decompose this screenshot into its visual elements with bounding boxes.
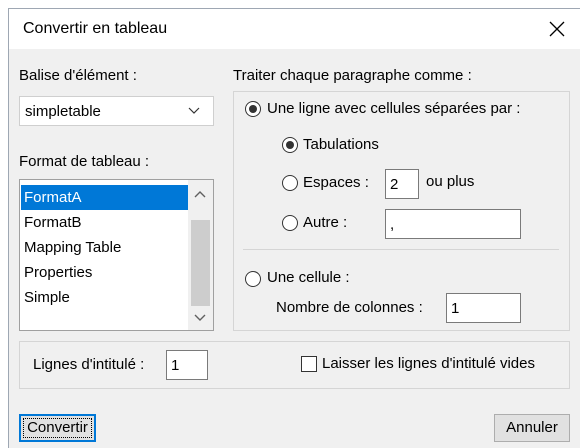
spaces-value: 2 — [390, 176, 399, 193]
group-divider — [243, 249, 559, 250]
list-item-formata[interactable]: FormatA — [21, 185, 189, 210]
radio-other-label: Autre : — [303, 214, 348, 231]
convert-button-label: Convertir — [27, 419, 88, 436]
cancel-button[interactable]: Annuler — [494, 414, 570, 442]
title-bar: Convertir en tableau — [9, 9, 580, 49]
chevron-down-icon — [188, 107, 200, 114]
radio-cell-label: Une cellule : — [267, 269, 350, 286]
leave-empty-checkbox[interactable] — [301, 356, 317, 372]
list-scrollbar[interactable] — [188, 180, 213, 330]
header-rows-label: Lignes d'intitulé : — [33, 356, 145, 373]
cancel-button-label: Annuler — [506, 419, 558, 436]
header-rows-input[interactable]: 1 — [166, 350, 208, 380]
radio-row[interactable] — [245, 101, 261, 117]
columns-value: 1 — [451, 300, 460, 317]
columns-label: Nombre de colonnes : — [276, 299, 423, 316]
radio-spaces-label: Espaces : — [303, 174, 369, 191]
close-button[interactable] — [539, 13, 575, 45]
table-format-label: Format de tableau : — [19, 153, 150, 170]
or-more-label: ou plus — [426, 173, 475, 190]
columns-input[interactable]: 1 — [446, 293, 521, 323]
window-title: Convertir en tableau — [23, 20, 168, 37]
convert-button[interactable]: Convertir — [19, 414, 96, 442]
scroll-up-icon[interactable] — [194, 190, 206, 198]
radio-cell[interactable] — [245, 271, 261, 287]
radio-tabs-label: Tabulations — [303, 136, 379, 153]
list-item-formatb[interactable]: FormatB — [21, 210, 189, 235]
list-item-mapping-table[interactable]: Mapping Table — [21, 235, 189, 260]
element-tag-value: simpletable — [25, 103, 101, 120]
other-input[interactable]: , — [385, 209, 521, 239]
element-tag-select[interactable]: simpletable — [19, 96, 214, 126]
background-strip — [0, 0, 580, 8]
radio-row-label: Une ligne avec cellules séparées par : — [267, 100, 521, 117]
header-rows-value: 1 — [171, 357, 180, 374]
close-icon — [549, 21, 565, 37]
list-item-simple[interactable]: Simple — [21, 285, 189, 310]
element-tag-label: Balise d'élément : — [19, 67, 137, 84]
other-value: , — [390, 216, 395, 233]
scroll-thumb[interactable] — [191, 220, 210, 306]
spaces-input[interactable]: 2 — [385, 169, 419, 199]
list-item-properties[interactable]: Properties — [21, 260, 189, 285]
leave-empty-label: Laisser les lignes d'intitulé vides — [322, 355, 535, 372]
radio-spaces[interactable] — [282, 175, 298, 191]
radio-tabs[interactable] — [282, 137, 298, 153]
paragraph-label: Traiter chaque paragraphe comme : — [233, 67, 472, 84]
scroll-down-icon[interactable] — [194, 314, 206, 322]
convert-to-table-dialog: Convertir en tableau Balise d'élément : … — [8, 8, 580, 448]
table-format-list[interactable]: FormatA FormatB Mapping Table Properties… — [19, 179, 214, 331]
radio-other[interactable] — [282, 215, 298, 231]
